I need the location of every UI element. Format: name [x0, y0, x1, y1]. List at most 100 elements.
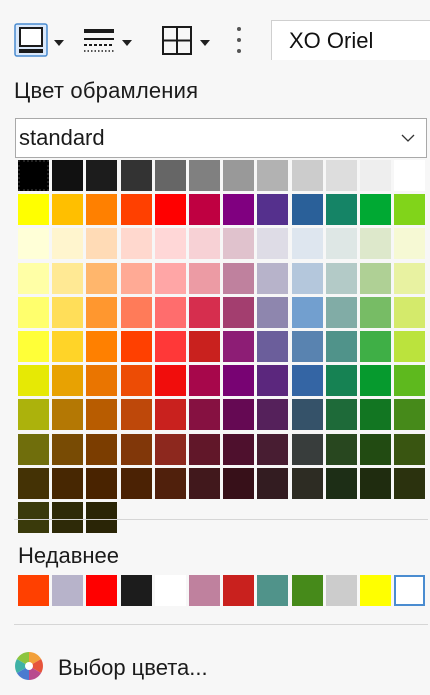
- color-swatch[interactable]: [325, 296, 357, 328]
- color-swatch[interactable]: [257, 467, 289, 499]
- color-swatch[interactable]: [86, 160, 118, 191]
- color-swatch[interactable]: [189, 399, 220, 431]
- color-swatch[interactable]: [257, 399, 289, 431]
- color-swatch[interactable]: [154, 160, 186, 191]
- recent-color-swatch[interactable]: [291, 575, 323, 606]
- color-swatch[interactable]: [291, 365, 323, 397]
- color-swatch[interactable]: [120, 399, 152, 431]
- color-swatch[interactable]: [18, 467, 49, 499]
- color-swatch[interactable]: [360, 331, 391, 362]
- color-swatch[interactable]: [189, 433, 220, 465]
- color-swatch[interactable]: [18, 365, 49, 397]
- color-swatch[interactable]: [154, 399, 186, 431]
- chevron-down-icon[interactable]: [54, 40, 64, 46]
- custom-color-button[interactable]: Выбор цвета...: [14, 648, 208, 688]
- color-swatch[interactable]: [86, 502, 118, 533]
- color-swatch[interactable]: [291, 262, 323, 294]
- color-swatch[interactable]: [154, 228, 186, 260]
- chevron-down-icon[interactable]: [200, 40, 210, 46]
- color-swatch[interactable]: [394, 467, 426, 499]
- recent-color-swatch[interactable]: [223, 575, 255, 606]
- color-swatch[interactable]: [154, 331, 186, 362]
- color-swatch[interactable]: [120, 228, 152, 260]
- color-swatch[interactable]: [325, 262, 357, 294]
- color-swatch[interactable]: [360, 296, 391, 328]
- color-swatch[interactable]: [154, 262, 186, 294]
- color-swatch[interactable]: [189, 262, 220, 294]
- color-swatch[interactable]: [360, 228, 391, 260]
- border-style-button[interactable]: [82, 21, 132, 59]
- color-swatch[interactable]: [325, 467, 357, 499]
- color-swatch[interactable]: [86, 262, 118, 294]
- color-swatch[interactable]: [189, 194, 220, 226]
- color-swatch[interactable]: [291, 160, 323, 191]
- color-swatch[interactable]: [257, 331, 289, 362]
- color-swatch[interactable]: [189, 467, 220, 499]
- color-swatch[interactable]: [86, 399, 118, 431]
- color-swatch[interactable]: [360, 194, 391, 226]
- color-swatch[interactable]: [18, 433, 49, 465]
- color-swatch[interactable]: [360, 262, 391, 294]
- color-swatch[interactable]: [86, 194, 118, 226]
- color-swatch[interactable]: [120, 262, 152, 294]
- borders-button[interactable]: [160, 21, 210, 59]
- color-swatch[interactable]: [52, 262, 84, 294]
- color-swatch[interactable]: [394, 331, 426, 362]
- color-swatch[interactable]: [154, 365, 186, 397]
- color-swatch[interactable]: [394, 228, 426, 260]
- color-swatch[interactable]: [291, 399, 323, 431]
- color-swatch[interactable]: [291, 228, 323, 260]
- recent-color-swatch[interactable]: [18, 575, 49, 606]
- color-swatch[interactable]: [394, 160, 426, 191]
- color-swatch[interactable]: [325, 160, 357, 191]
- border-color-button[interactable]: [14, 21, 64, 59]
- color-swatch[interactable]: [394, 296, 426, 328]
- color-swatch[interactable]: [154, 194, 186, 226]
- color-swatch[interactable]: [394, 365, 426, 397]
- chevron-down-icon[interactable]: [390, 119, 426, 157]
- color-swatch[interactable]: [52, 160, 84, 191]
- color-swatch[interactable]: [86, 296, 118, 328]
- color-swatch[interactable]: [325, 365, 357, 397]
- color-swatch[interactable]: [360, 467, 391, 499]
- color-swatch[interactable]: [257, 228, 289, 260]
- color-swatch[interactable]: [154, 433, 186, 465]
- color-swatch[interactable]: [223, 399, 255, 431]
- color-swatch[interactable]: [18, 160, 49, 191]
- color-swatch[interactable]: [223, 262, 255, 294]
- color-swatch[interactable]: [120, 160, 152, 191]
- color-swatch[interactable]: [223, 228, 255, 260]
- color-swatch[interactable]: [52, 331, 84, 362]
- color-swatch[interactable]: [86, 467, 118, 499]
- color-swatch[interactable]: [394, 433, 426, 465]
- color-swatch[interactable]: [18, 502, 49, 533]
- color-swatch[interactable]: [223, 467, 255, 499]
- color-swatch[interactable]: [120, 365, 152, 397]
- color-swatch[interactable]: [86, 228, 118, 260]
- color-swatch[interactable]: [291, 296, 323, 328]
- color-swatch[interactable]: [52, 433, 84, 465]
- recent-color-swatch[interactable]: [189, 575, 220, 606]
- color-swatch[interactable]: [154, 296, 186, 328]
- color-swatch[interactable]: [360, 160, 391, 191]
- recent-color-swatch[interactable]: [154, 575, 186, 606]
- recent-color-swatch[interactable]: [52, 575, 84, 606]
- color-swatch[interactable]: [52, 228, 84, 260]
- color-swatch[interactable]: [257, 262, 289, 294]
- color-swatch[interactable]: [394, 399, 426, 431]
- palette-select[interactable]: standard: [15, 118, 427, 158]
- color-swatch[interactable]: [223, 331, 255, 362]
- color-swatch[interactable]: [325, 433, 357, 465]
- color-swatch[interactable]: [52, 296, 84, 328]
- color-swatch[interactable]: [291, 467, 323, 499]
- color-swatch[interactable]: [325, 331, 357, 362]
- color-swatch[interactable]: [52, 467, 84, 499]
- color-swatch[interactable]: [291, 433, 323, 465]
- color-swatch[interactable]: [257, 296, 289, 328]
- color-swatch[interactable]: [325, 194, 357, 226]
- color-swatch[interactable]: [223, 296, 255, 328]
- recent-color-swatch[interactable]: [394, 575, 426, 606]
- color-swatch[interactable]: [223, 194, 255, 226]
- font-name-input[interactable]: XO Oriel: [271, 20, 430, 60]
- color-swatch[interactable]: [189, 331, 220, 362]
